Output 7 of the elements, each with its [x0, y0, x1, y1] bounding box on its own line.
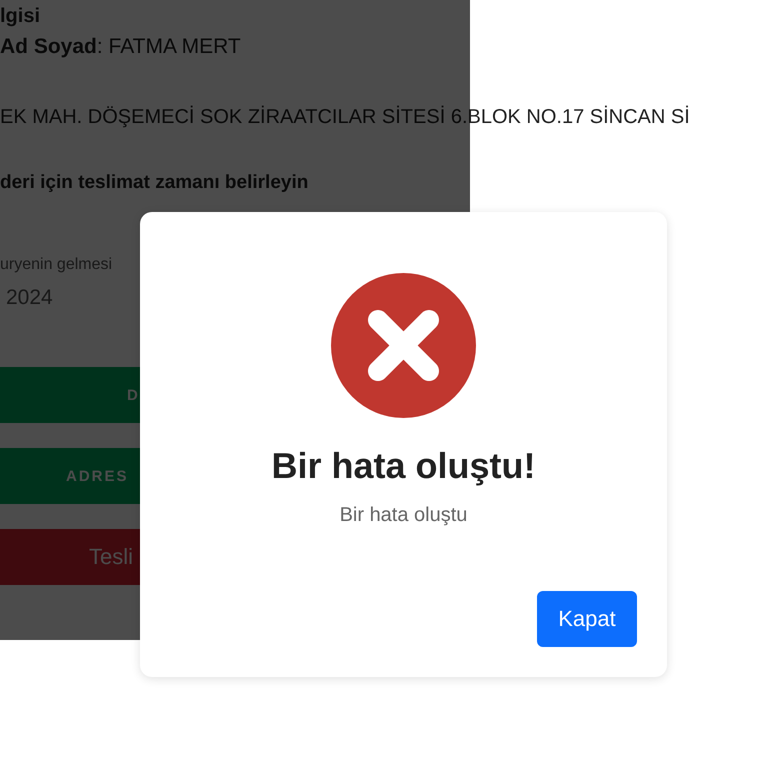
close-button[interactable]: Kapat: [537, 591, 637, 647]
recipient-name: Ad Soyad: FATMA MERT: [0, 34, 242, 60]
section-title: lgisi: [0, 4, 42, 28]
delivery-heading: deri için teslimat zamanı belirleyin: [0, 171, 310, 195]
dialog-title: Bir hata oluştu!: [271, 444, 536, 488]
error-icon: [331, 273, 476, 418]
dialog-message: Bir hata oluştu: [340, 503, 468, 528]
